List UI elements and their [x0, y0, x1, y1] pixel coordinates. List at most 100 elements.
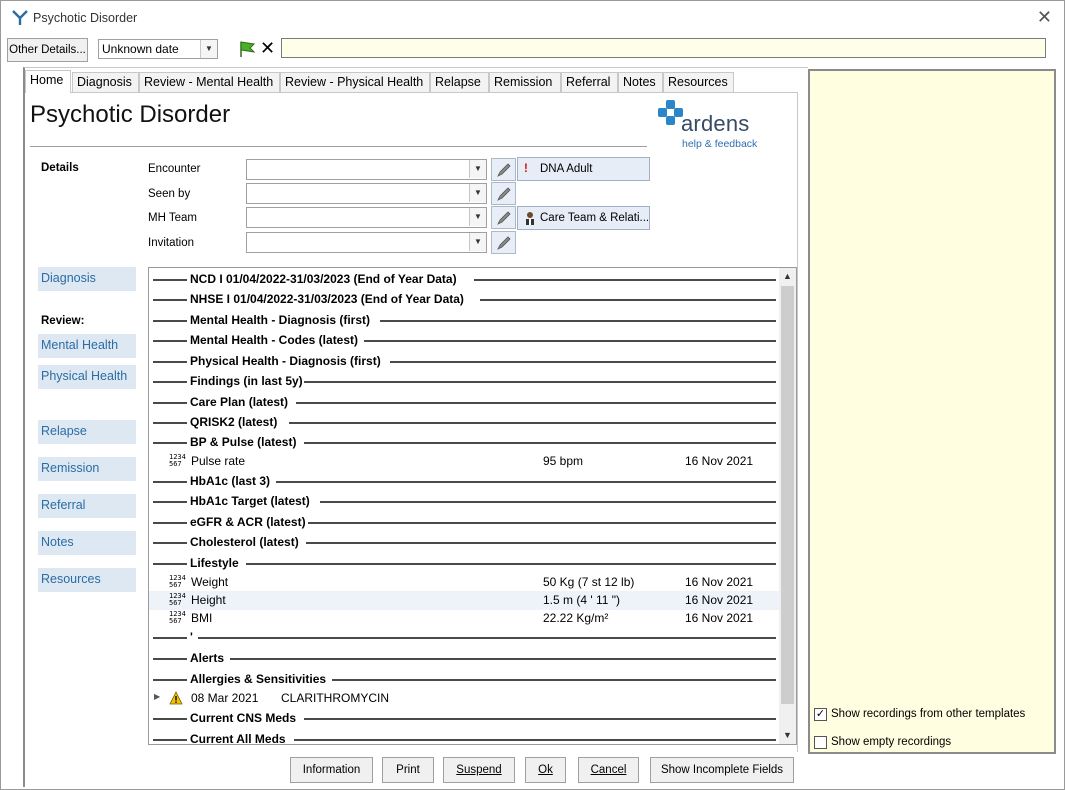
nav-physical-health[interactable]: Physical Health — [38, 365, 136, 389]
section-header: NHSE I 01/04/2022-31/03/2023 (End of Yea… — [153, 290, 776, 310]
recording-row[interactable]: 1234 567 Weight 50 Kg (7 st 12 lb) 16 No… — [149, 573, 779, 592]
title-bar: Psychotic Disorder ✕ — [1, 1, 1064, 35]
section-header: Care Plan (latest) — [153, 393, 776, 413]
close-icon[interactable]: ✕ — [1037, 7, 1052, 28]
section-label: Mental Health - Codes (latest) — [190, 333, 363, 347]
recording-name: Pulse rate — [191, 454, 246, 468]
tab-notes[interactable]: Notes — [618, 72, 663, 92]
recordings-list[interactable]: NCD I 01/04/2022-31/03/2023 (End of Year… — [148, 267, 797, 745]
other-details-button[interactable]: Other Details... — [7, 38, 88, 62]
show-incomplete-fields-button[interactable]: Show Incomplete Fields — [650, 757, 794, 783]
tab-remission[interactable]: Remission — [489, 72, 561, 92]
section-label: Allergies & Sensitivities — [190, 672, 331, 686]
tab-review-physical-health[interactable]: Review - Physical Health — [280, 72, 430, 92]
section-label: Cholesterol (latest) — [190, 535, 303, 549]
section-header: Current CNS Meds — [153, 709, 776, 729]
nav-relapse[interactable]: Relapse — [38, 420, 136, 444]
recording-name: BMI — [191, 611, 213, 625]
tab-diagnosis[interactable]: Diagnosis — [72, 72, 139, 92]
seen-by-edit-button[interactable] — [491, 182, 516, 205]
mh-team-edit-button[interactable] — [491, 206, 516, 229]
recording-date: 16 Nov 2021 — [685, 454, 754, 468]
mh-team-select[interactable]: ▼ — [246, 207, 487, 228]
nav-notes[interactable]: Notes — [38, 531, 136, 555]
pencil-icon — [496, 236, 511, 250]
tab-relapse[interactable]: Relapse — [430, 72, 489, 92]
recording-value: 22.22 Kg/m² — [543, 611, 609, 625]
list-scrollbar[interactable]: ▲ ▼ — [779, 268, 796, 744]
free-text-input[interactable] — [281, 38, 1046, 58]
print-button[interactable]: Print — [382, 757, 434, 783]
invitation-select[interactable]: ▼ — [246, 232, 487, 253]
recording-date: 16 Nov 2021 — [685, 593, 754, 607]
date-select[interactable]: Unknown date ▼ — [98, 39, 218, 59]
numeric-value-icon: 1234 567 — [169, 574, 186, 589]
information-button[interactable]: Information — [290, 757, 373, 783]
section-header: ' — [153, 628, 776, 648]
scroll-thumb[interactable] — [781, 286, 794, 704]
flag-icon[interactable] — [238, 40, 258, 58]
nav-resources[interactable]: Resources — [38, 568, 136, 592]
scroll-down-icon[interactable]: ▼ — [779, 727, 796, 744]
show-empty-recordings-label: Show empty recordings — [831, 736, 952, 748]
invitation-label: Invitation — [148, 237, 195, 249]
section-label: Alerts — [190, 651, 229, 665]
section-label: Physical Health - Diagnosis (first) — [190, 354, 385, 368]
checkbox-unchecked[interactable] — [814, 736, 827, 749]
section-header: Current All Meds — [153, 730, 776, 744]
ok-button[interactable]: Ok — [525, 757, 566, 783]
review-heading: Review: — [41, 315, 85, 327]
section-header: eGFR & ACR (latest) — [153, 513, 776, 533]
section-label: NCD I 01/04/2022-31/03/2023 (End of Year… — [190, 272, 461, 286]
checkbox-checked[interactable]: ✓ — [814, 708, 827, 721]
nav-mental-health[interactable]: Mental Health — [38, 334, 136, 358]
suspend-button[interactable]: Suspend — [443, 757, 515, 783]
section-label: Lifestyle — [190, 556, 243, 570]
section-label: eGFR & ACR (latest) — [190, 515, 310, 529]
pencil-icon — [496, 187, 511, 201]
encounter-label: Encounter — [148, 163, 201, 175]
seen-by-select[interactable]: ▼ — [246, 183, 487, 204]
title-divider — [30, 146, 647, 147]
encounter-select[interactable]: ▼ — [246, 159, 487, 180]
tab-referral[interactable]: Referral — [561, 72, 618, 92]
tab-resources[interactable]: Resources — [663, 72, 734, 92]
nav-remission[interactable]: Remission — [38, 457, 136, 481]
mh-team-label: MH Team — [148, 212, 197, 224]
chevron-down-icon: ▼ — [200, 40, 217, 58]
section-label: QRISK2 (latest) — [190, 415, 282, 429]
tab-review-mental-health[interactable]: Review - Mental Health — [139, 72, 280, 92]
ardens-logo[interactable]: ardens help & feedback — [657, 99, 767, 151]
section-label: Care Plan (latest) — [190, 395, 293, 409]
recording-name: Weight — [191, 575, 229, 589]
nav-referral[interactable]: Referral — [38, 494, 136, 518]
section-header: BP & Pulse (latest) — [153, 433, 776, 453]
cancel-button[interactable]: Cancel — [578, 757, 639, 783]
section-header: Mental Health - Diagnosis (first) — [153, 311, 776, 331]
help-feedback-link[interactable]: help & feedback — [682, 138, 757, 150]
dna-adult-button[interactable]: ! DNA Adult — [517, 157, 650, 181]
chevron-down-icon: ▼ — [469, 160, 486, 178]
details-heading: Details — [41, 162, 79, 174]
chevron-down-icon: ▼ — [469, 233, 486, 251]
page-title: Psychotic Disorder — [30, 101, 231, 128]
scroll-up-icon[interactable]: ▲ — [779, 268, 796, 285]
care-team-button[interactable]: Care Team & Relati... — [517, 206, 650, 230]
recording-row[interactable]: 1234 567 Height 1.5 m (4 ' 11 ") 16 Nov … — [149, 591, 779, 610]
doctor-icon — [526, 212, 534, 225]
tab-home[interactable]: Home — [25, 70, 71, 93]
logo-wordmark: ardens — [681, 111, 750, 136]
recording-row[interactable]: 1234 567 BMI 22.22 Kg/m² 16 Nov 2021 — [149, 609, 779, 628]
expand-arrow-icon[interactable]: ▶ — [154, 692, 160, 701]
recording-row[interactable]: 1234 567 Pulse rate 95 bpm 16 Nov 2021 — [149, 452, 779, 471]
numeric-value-icon: 1234 567 — [169, 592, 186, 607]
allergy-date: 08 Mar 2021 — [191, 691, 259, 705]
allergy-row[interactable]: ▶ 08 Mar 2021 CLARITHROMYCIN — [149, 689, 779, 708]
clear-icon[interactable]: ✕ — [260, 38, 275, 58]
side-panel — [808, 69, 1056, 754]
invitation-edit-button[interactable] — [491, 231, 516, 254]
encounter-edit-button[interactable] — [491, 158, 516, 181]
section-label: HbA1c Target (latest) — [190, 494, 314, 508]
nav-diagnosis[interactable]: Diagnosis — [38, 267, 136, 291]
pencil-icon — [496, 211, 511, 225]
